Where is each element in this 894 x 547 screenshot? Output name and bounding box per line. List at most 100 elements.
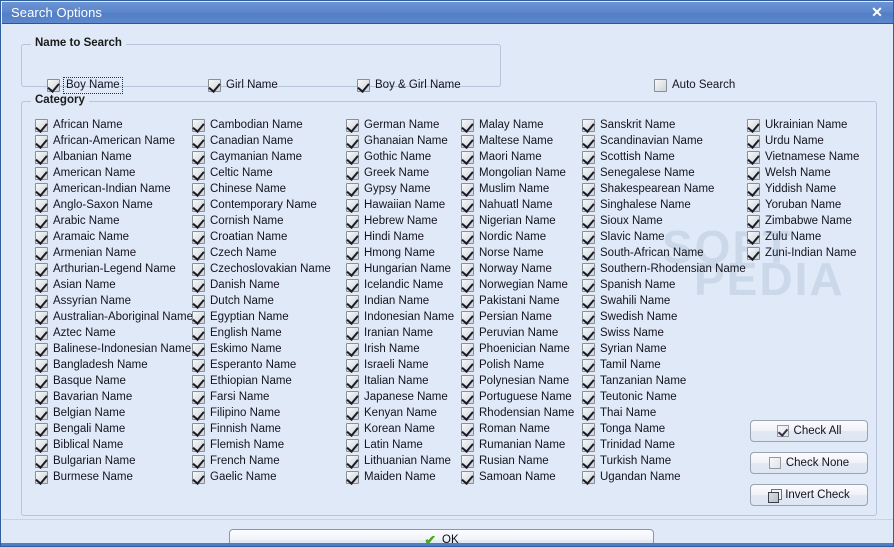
close-icon[interactable]: ✕ — [868, 4, 886, 21]
category-checkbox[interactable]: Maiden Name — [346, 471, 436, 484]
category-checkbox[interactable]: South-African Name — [582, 247, 704, 260]
check-none-button[interactable]: Check None — [750, 452, 868, 474]
category-checkbox[interactable]: Indonesian Name — [346, 311, 454, 324]
category-checkbox[interactable]: Caymanian Name — [192, 151, 302, 164]
category-checkbox[interactable]: Teutonic Name — [582, 391, 677, 404]
category-checkbox[interactable]: Contemporary Name — [192, 199, 317, 212]
category-checkbox[interactable]: Burmese Name — [35, 471, 133, 484]
category-checkbox[interactable]: Yiddish Name — [747, 183, 836, 196]
category-checkbox[interactable]: English Name — [192, 327, 282, 340]
checkbox-girl-name[interactable]: Girl Name — [208, 79, 278, 92]
category-checkbox[interactable]: Rumanian Name — [461, 439, 565, 452]
category-checkbox[interactable]: Bulgarian Name — [35, 455, 135, 468]
category-checkbox[interactable]: Anglo-Saxon Name — [35, 199, 153, 212]
category-checkbox[interactable]: Korean Name — [346, 423, 435, 436]
invert-check-button[interactable]: Invert Check — [750, 484, 868, 506]
category-checkbox[interactable]: Asian Name — [35, 279, 116, 292]
category-checkbox[interactable]: Chinese Name — [192, 183, 286, 196]
category-checkbox[interactable]: Czech Name — [192, 247, 276, 260]
category-checkbox[interactable]: Finnish Name — [192, 423, 281, 436]
category-checkbox[interactable]: Hmong Name — [346, 247, 435, 260]
category-checkbox[interactable]: Nigerian Name — [461, 215, 556, 228]
category-checkbox[interactable]: Nahuatl Name — [461, 199, 553, 212]
category-checkbox[interactable]: Filipino Name — [192, 407, 280, 420]
category-checkbox[interactable]: Senegalese Name — [582, 167, 695, 180]
category-checkbox[interactable]: Swiss Name — [582, 327, 664, 340]
category-checkbox[interactable]: Australian-Aboriginal Name — [35, 311, 193, 324]
category-checkbox[interactable]: Bangladesh Name — [35, 359, 148, 372]
category-checkbox[interactable]: African Name — [35, 119, 123, 132]
category-checkbox[interactable]: Scottish Name — [582, 151, 675, 164]
category-checkbox[interactable]: Norse Name — [461, 247, 544, 260]
category-checkbox[interactable]: African-American Name — [35, 135, 175, 148]
category-checkbox[interactable]: Iranian Name — [346, 327, 433, 340]
category-checkbox[interactable]: Phoenician Name — [461, 343, 570, 356]
category-checkbox[interactable]: Biblical Name — [35, 439, 123, 452]
category-checkbox[interactable]: Urdu Name — [747, 135, 824, 148]
checkbox-boy-name[interactable]: Boy Name — [47, 77, 123, 94]
category-checkbox[interactable]: Assyrian Name — [35, 295, 131, 308]
category-checkbox[interactable]: Tanzanian Name — [582, 375, 686, 388]
category-checkbox[interactable]: Thai Name — [582, 407, 656, 420]
category-checkbox[interactable]: Ghanaian Name — [346, 135, 448, 148]
category-checkbox[interactable]: Pakistani Name — [461, 295, 560, 308]
category-checkbox[interactable]: Peruvian Name — [461, 327, 558, 340]
category-checkbox[interactable]: Welsh Name — [747, 167, 831, 180]
category-checkbox[interactable]: Cornish Name — [192, 215, 284, 228]
category-checkbox[interactable]: Portuguese Name — [461, 391, 572, 404]
category-checkbox[interactable]: Scandinavian Name — [582, 135, 703, 148]
category-checkbox[interactable]: Cambodian Name — [192, 119, 303, 132]
category-checkbox[interactable]: Tonga Name — [582, 423, 665, 436]
category-checkbox[interactable]: Persian Name — [461, 311, 552, 324]
category-checkbox[interactable]: Albanian Name — [35, 151, 132, 164]
category-checkbox[interactable]: Bavarian Name — [35, 391, 132, 404]
category-checkbox[interactable]: Swedish Name — [582, 311, 677, 324]
category-checkbox[interactable]: Sioux Name — [582, 215, 663, 228]
category-checkbox[interactable]: Zimbabwe Name — [747, 215, 852, 228]
category-checkbox[interactable]: Sanskrit Name — [582, 119, 675, 132]
category-checkbox[interactable]: Ugandan Name — [582, 471, 681, 484]
category-checkbox[interactable]: Hindi Name — [346, 231, 424, 244]
category-checkbox[interactable]: American-Indian Name — [35, 183, 171, 196]
category-checkbox[interactable]: Ethiopian Name — [192, 375, 292, 388]
category-checkbox[interactable]: Muslim Name — [461, 183, 549, 196]
category-checkbox[interactable]: Hungarian Name — [346, 263, 451, 276]
category-checkbox[interactable]: Polynesian Name — [461, 375, 569, 388]
category-checkbox[interactable]: Indian Name — [346, 295, 429, 308]
category-checkbox[interactable]: Esperanto Name — [192, 359, 296, 372]
category-checkbox[interactable]: Polish Name — [461, 359, 544, 372]
category-checkbox[interactable]: Israeli Name — [346, 359, 429, 372]
category-checkbox[interactable]: Danish Name — [192, 279, 280, 292]
category-checkbox[interactable]: Aramaic Name — [35, 231, 129, 244]
check-all-button[interactable]: Check All — [750, 420, 868, 442]
category-checkbox[interactable]: Canadian Name — [192, 135, 293, 148]
category-checkbox[interactable]: Roman Name — [461, 423, 550, 436]
category-checkbox[interactable]: Rhodensian Name — [461, 407, 574, 420]
category-checkbox[interactable]: Farsi Name — [192, 391, 269, 404]
category-checkbox[interactable]: Belgian Name — [35, 407, 125, 420]
category-checkbox[interactable]: Zulu Name — [747, 231, 821, 244]
category-checkbox[interactable]: Celtic Name — [192, 167, 273, 180]
checkbox-auto-search[interactable]: Auto Search — [654, 79, 735, 92]
category-checkbox[interactable]: American Name — [35, 167, 135, 180]
category-checkbox[interactable]: Czechoslovakian Name — [192, 263, 331, 276]
category-checkbox[interactable]: Yoruban Name — [747, 199, 841, 212]
category-checkbox[interactable]: Lithuanian Name — [346, 455, 451, 468]
category-checkbox[interactable]: Samoan Name — [461, 471, 556, 484]
category-checkbox[interactable]: Malay Name — [461, 119, 544, 132]
category-checkbox[interactable]: German Name — [346, 119, 439, 132]
category-checkbox[interactable]: Gypsy Name — [346, 183, 430, 196]
category-checkbox[interactable]: Croatian Name — [192, 231, 287, 244]
category-checkbox[interactable]: Maltese Name — [461, 135, 553, 148]
category-checkbox[interactable]: Norwegian Name — [461, 279, 568, 292]
category-checkbox[interactable]: Singhalese Name — [582, 199, 691, 212]
category-checkbox[interactable]: Maori Name — [461, 151, 542, 164]
category-checkbox[interactable]: Aztec Name — [35, 327, 116, 340]
category-checkbox[interactable]: Gothic Name — [346, 151, 431, 164]
category-checkbox[interactable]: Slavic Name — [582, 231, 665, 244]
category-checkbox[interactable]: Syrian Name — [582, 343, 666, 356]
category-checkbox[interactable]: Swahili Name — [582, 295, 670, 308]
category-checkbox[interactable]: Gaelic Name — [192, 471, 276, 484]
category-checkbox[interactable]: Egyptian Name — [192, 311, 289, 324]
category-checkbox[interactable]: Japanese Name — [346, 391, 448, 404]
